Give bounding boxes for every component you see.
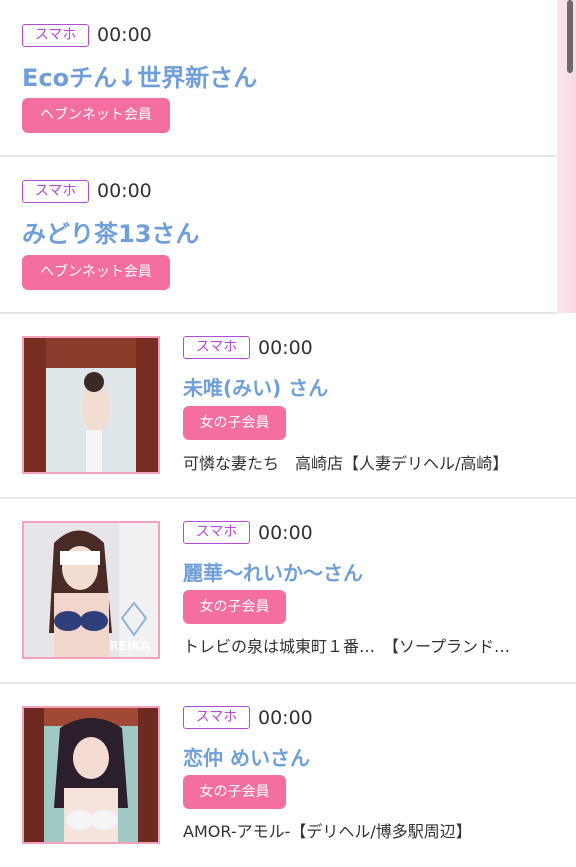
shop-name[interactable]: 可憐な妻たち 高崎店【人妻デリヘル/高崎】	[183, 450, 508, 474]
profile-photo-image	[24, 708, 158, 842]
list-item[interactable]: スマホ 00:00 未唯(みい) さん 女の子会員 可憐な妻たち 高崎店【人妻デ…	[0, 314, 576, 499]
profile-photo[interactable]	[22, 706, 160, 844]
shop-name[interactable]: AMOR-アモル-【デリヘル/博多駅周辺】	[183, 818, 472, 842]
list-item[interactable]: スマホ 00:00 みどり茶13さん ヘブンネット会員	[0, 157, 557, 314]
scrollbar[interactable]	[557, 0, 576, 313]
post-time: 00:00	[258, 337, 313, 359]
post-time: 00:00	[258, 522, 313, 544]
post-time: 00:00	[258, 707, 313, 729]
user-name[interactable]: 未唯(みい) さん	[183, 372, 328, 401]
user-name[interactable]: 麗華〜れいか〜さん	[183, 557, 363, 586]
device-tag: スマホ	[22, 24, 89, 47]
photo-caption: REIKA	[109, 639, 151, 653]
member-badge: 女の子会員	[183, 406, 286, 440]
post-time: 00:00	[97, 24, 152, 46]
profile-photo[interactable]	[22, 336, 160, 474]
scrollbar-thumb[interactable]	[567, 0, 573, 73]
profile-photo[interactable]: REIKA	[22, 521, 160, 659]
member-badge: ヘブンネット会員	[22, 98, 170, 133]
list-item[interactable]: スマホ 00:00 恋仲 めいさん 女の子会員 AMOR-アモル-【デリヘル/博…	[0, 684, 576, 867]
device-tag: スマホ	[183, 706, 250, 729]
device-tag: スマホ	[183, 336, 250, 359]
profile-photo-image	[24, 338, 158, 472]
user-name[interactable]: 恋仲 めいさん	[183, 742, 310, 771]
device-tag: スマホ	[22, 180, 89, 203]
member-badge: 女の子会員	[183, 590, 286, 624]
member-badge: 女の子会員	[183, 775, 286, 809]
post-time: 00:00	[97, 180, 152, 202]
profile-photo-image	[24, 523, 158, 657]
device-tag: スマホ	[183, 521, 250, 544]
shop-name[interactable]: トレビの泉は城東町１番… 【ソープランド…	[183, 633, 510, 657]
user-name[interactable]: みどり茶13さん	[22, 214, 199, 249]
user-name[interactable]: Ecoチん↓世界新さん	[22, 58, 257, 93]
member-badge: ヘブンネット会員	[22, 255, 170, 290]
list-item[interactable]: スマホ 00:00 Ecoチん↓世界新さん ヘブンネット会員	[0, 0, 557, 157]
list-item[interactable]: REIKA スマホ 00:00 麗華〜れいか〜さん 女の子会員 トレビの泉は城東…	[0, 499, 576, 684]
